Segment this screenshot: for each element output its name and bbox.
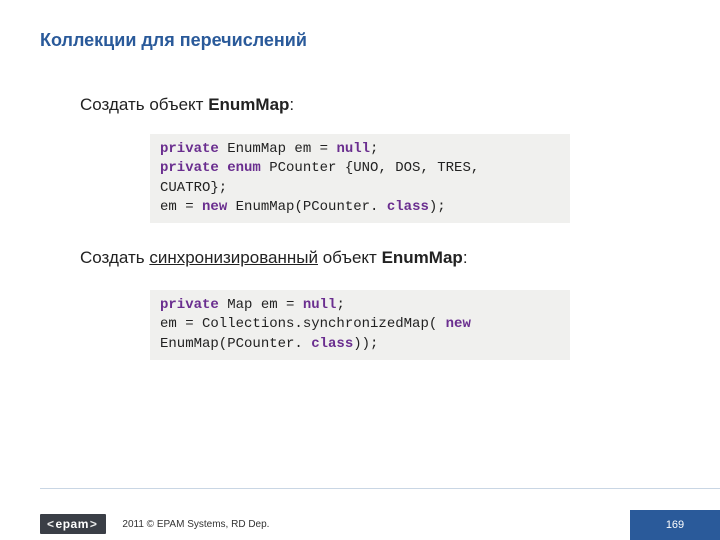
text: : — [289, 95, 294, 114]
code-line: private enum PCounter {UNO, DOS, TRES, — [160, 159, 560, 178]
code-text: em = Collections.synchronizedMap( — [160, 316, 437, 332]
footer-left: <epam> 2011 © EPAM Systems, RD Dep. — [40, 514, 269, 534]
keyword-new: new — [446, 316, 471, 332]
code-line: private EnumMap em = null; — [160, 140, 560, 159]
code-text: EnumMap em = — [219, 141, 337, 157]
keyword-null: null — [336, 141, 370, 157]
text-bold: EnumMap — [382, 248, 463, 267]
code-text — [219, 160, 227, 176]
code-block-sync-enummap: private Map em = null; em = Collections.… — [150, 290, 570, 360]
epam-logo: <epam> — [40, 514, 106, 534]
copyright-text: 2011 © EPAM Systems, RD Dep. — [122, 519, 269, 530]
code-text: PCounter {UNO, DOS, TRES, — [261, 160, 479, 176]
keyword-enum: enum — [227, 160, 261, 176]
keyword: private — [160, 160, 219, 176]
page-number: 169 — [630, 510, 720, 540]
code-block-enummap: private EnumMap em = null; private enum … — [150, 134, 570, 223]
text-underline: синхронизированный — [149, 248, 318, 267]
keyword-class: class — [303, 336, 353, 352]
code-line: CUATRO}; — [160, 179, 560, 198]
logo-text: epam — [56, 517, 89, 531]
code-text — [437, 316, 445, 332]
code-text: EnumMap(PCounter. — [160, 336, 303, 352]
text: объект — [318, 248, 382, 267]
slide-title: Коллекции для перечислений — [40, 30, 307, 51]
keyword: private — [160, 297, 219, 313]
chevron-right-icon: > — [90, 517, 98, 531]
code-line: EnumMap(PCounter. class)); — [160, 335, 560, 354]
footer-divider — [40, 488, 720, 489]
slide: Коллекции для перечислений Создать объек… — [0, 0, 720, 540]
code-line: em = Collections.synchronizedMap( new — [160, 315, 560, 334]
code-text: em = — [160, 199, 202, 215]
code-text: )); — [353, 336, 378, 352]
code-line: private Map em = null; — [160, 296, 560, 315]
code-text: ; — [336, 297, 344, 313]
keyword-new: new — [202, 199, 227, 215]
keyword-class: class — [378, 199, 428, 215]
keyword: private — [160, 141, 219, 157]
text: Создать — [80, 248, 149, 267]
chevron-left-icon: < — [47, 517, 55, 531]
keyword-null: null — [303, 297, 337, 313]
footer: <epam> 2011 © EPAM Systems, RD Dep. 169 — [0, 488, 720, 540]
code-text: ; — [370, 141, 378, 157]
code-text: EnumMap(PCounter. — [227, 199, 378, 215]
subtitle-create-enummap: Создать объект EnumMap: — [80, 95, 294, 115]
code-text: Map em = — [219, 297, 303, 313]
text-bold: EnumMap — [208, 95, 289, 114]
text: : — [463, 248, 468, 267]
code-line: em = new EnumMap(PCounter. class); — [160, 198, 560, 217]
subtitle-create-sync-enummap: Создать синхронизированный объект EnumMa… — [80, 248, 468, 268]
code-text: ); — [429, 199, 446, 215]
text: Создать объект — [80, 95, 208, 114]
